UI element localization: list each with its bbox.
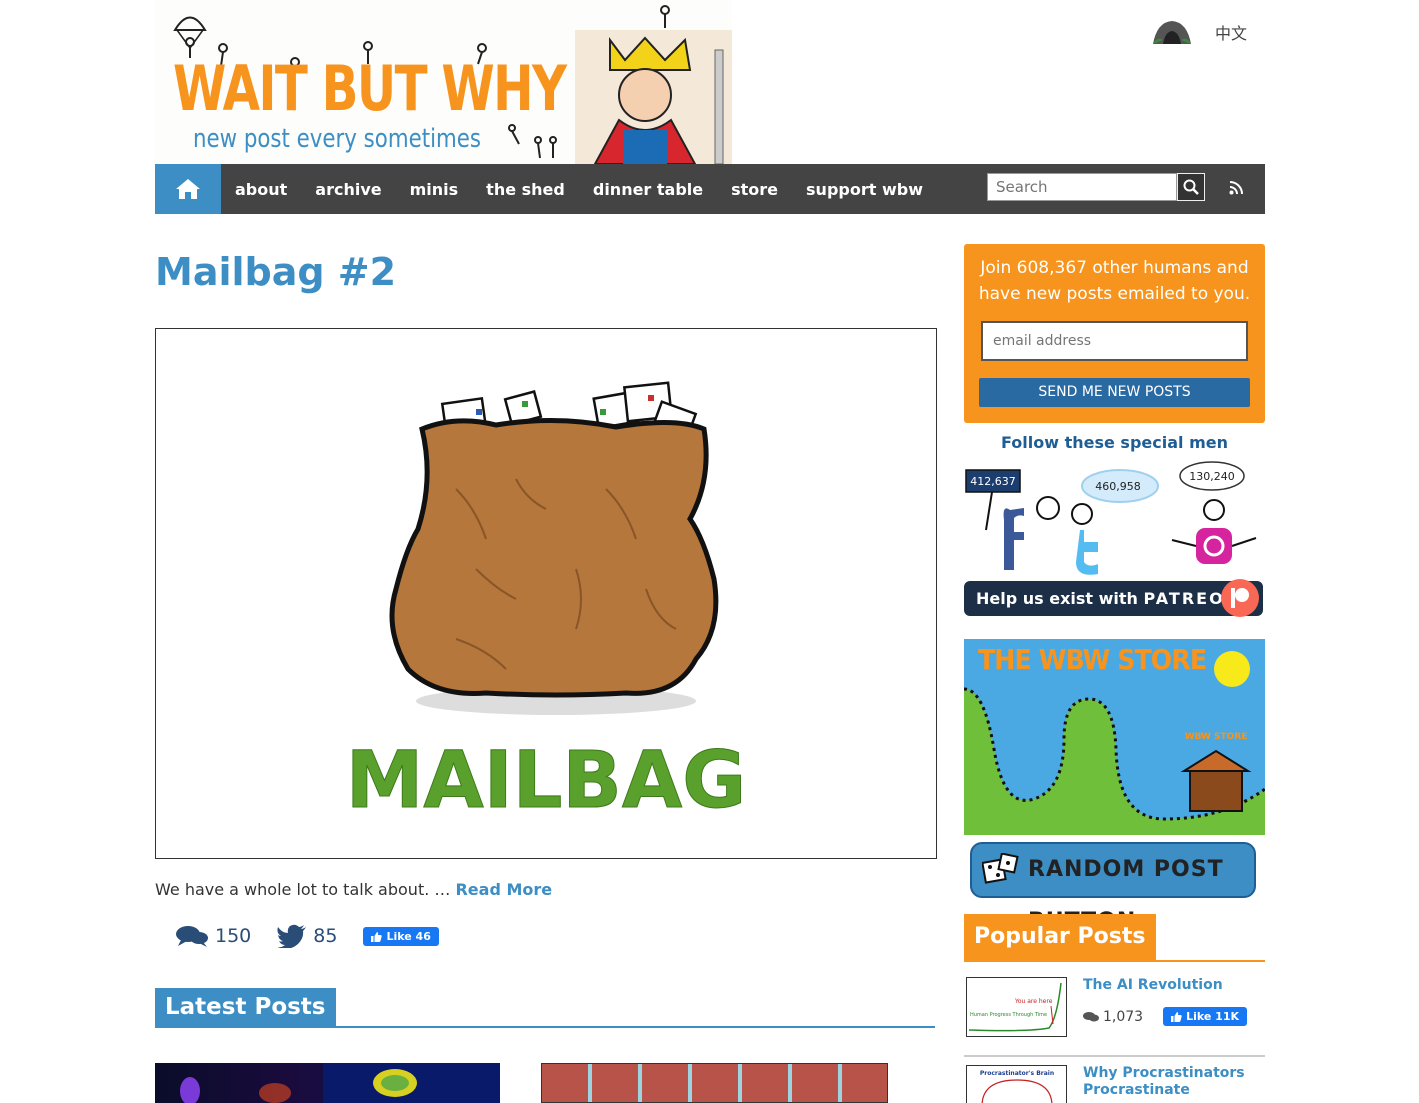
rss-icon[interactable] <box>1229 181 1243 195</box>
latest-post-thumbnail[interactable] <box>541 1063 888 1103</box>
social-follow-panel: 412,637 460,958 130,240 <box>964 460 1265 580</box>
nav-archive[interactable]: archive <box>315 180 381 199</box>
svg-text:Human Progress Through Time: Human Progress Through Time <box>970 1012 1047 1018</box>
nav-minis[interactable]: minis <box>410 180 459 199</box>
popular-post-thumbnail[interactable]: You are here Human Progress Through Time <box>966 977 1067 1037</box>
logo-tagline: new post every sometimes <box>193 124 481 154</box>
home-button[interactable] <box>155 164 221 214</box>
comments-number: 150 <box>215 925 252 947</box>
svg-text:You are here: You are here <box>1014 998 1053 1005</box>
wbw-store-banner[interactable]: WBW STORE THE WBW STORE <box>964 639 1265 835</box>
popular-post-item[interactable]: Procrastinator's Brain Why Procrastinato… <box>964 1063 1265 1103</box>
popular-post-title[interactable]: The AI Revolution <box>1083 977 1263 994</box>
instagram-count: 130,240 <box>1189 470 1235 483</box>
site-logo[interactable]: WAIT BUT WHY new post every sometimes <box>155 0 732 164</box>
mailbag-illustration: MAILBAG <box>345 381 747 827</box>
facebook-count: 412,637 <box>970 475 1016 488</box>
site-header: WAIT BUT WHY new post every sometimes 中文 <box>155 0 1265 164</box>
popular-posts-header: Popular Posts <box>964 914 1265 962</box>
read-more-link[interactable]: Read More <box>455 880 552 899</box>
logo-title: WAIT BUT WHY <box>173 52 567 125</box>
popular-post-item[interactable]: You are here Human Progress Through Time… <box>964 975 1265 1045</box>
bacteria-illustration <box>180 1063 500 1103</box>
brain-thumbnail: Procrastinator's Brain <box>980 1070 1054 1103</box>
follow-heading: Follow these special men <box>1001 433 1228 452</box>
latest-post-thumbnail[interactable] <box>155 1063 500 1103</box>
popular-posts-heading: Popular Posts <box>964 914 1156 960</box>
random-post-button[interactable]: RANDOM POST BUTTON <box>970 842 1256 934</box>
patreon-text: Help us exist with <box>976 589 1138 608</box>
nav-support-wbw[interactable]: support wbw <box>806 180 923 199</box>
chinese-language-link[interactable]: 中文 <box>1215 20 1247 44</box>
store-title: THE WBW STORE <box>978 643 1207 676</box>
thumbs-up-icon <box>371 931 383 942</box>
comments-icon <box>176 926 208 947</box>
store-sign: WBW STORE <box>1185 732 1248 742</box>
tweets-number: 85 <box>313 925 338 947</box>
search-button[interactable] <box>1177 173 1205 201</box>
thumbs-up-icon <box>1171 1012 1182 1022</box>
post-image[interactable]: MAILBAG <box>155 328 937 859</box>
nav-dinner-table[interactable]: dinner table <box>593 180 703 199</box>
home-icon <box>176 179 200 199</box>
facebook-like-label: Like 11K <box>1186 1010 1240 1023</box>
main-nav: about archive minis the shed dinner tabl… <box>155 164 1265 214</box>
facebook-like-label: Like 46 <box>386 929 431 943</box>
social-illustration: 412,637 460,958 130,240 <box>965 461 1257 575</box>
email-field[interactable] <box>981 321 1248 361</box>
tweets-count[interactable]: 85 <box>277 924 337 948</box>
post-title[interactable]: Mailbag #2 <box>155 250 396 294</box>
patreon-banner[interactable]: Help us exist with PATREON <box>964 579 1263 617</box>
latest-posts-header: Latest Posts <box>155 988 935 1028</box>
patreon-icon <box>1221 579 1259 617</box>
email-signup-box: Join 608,367 other humans and have new p… <box>964 244 1265 423</box>
latest-posts-heading: Latest Posts <box>155 988 336 1028</box>
dice-icon <box>982 853 1019 884</box>
twitter-icon <box>277 924 307 948</box>
twitter-count: 460,958 <box>1095 480 1141 493</box>
ai-chart-thumbnail: You are here Human Progress Through Time <box>968 982 1062 1032</box>
search-icon <box>1183 179 1199 195</box>
search-form <box>987 173 1205 201</box>
excerpt-text: We have a whole lot to talk about. … <box>155 880 451 899</box>
mailbag-caption: MAILBAG <box>346 736 747 826</box>
popular-comments-number: 1,073 <box>1103 1008 1144 1025</box>
signup-text: Join 608,367 other humans and have new p… <box>978 258 1251 304</box>
send-new-posts-button[interactable]: SEND ME NEW POSTS <box>979 378 1250 407</box>
post-excerpt: We have a whole lot to talk about. … Rea… <box>155 880 552 899</box>
svg-text:Procrastinator's Brain: Procrastinator's Brain <box>980 1070 1054 1077</box>
comments-count[interactable]: 150 <box>175 924 251 948</box>
comments-icon <box>1083 1011 1099 1021</box>
cave-icon[interactable] <box>1151 18 1193 46</box>
language-links: 中文 <box>1151 18 1247 46</box>
search-input[interactable] <box>987 173 1177 201</box>
facebook-like-button[interactable]: Like 11K <box>1163 1007 1248 1026</box>
popular-post-meta: 1,073 Like 11K <box>1083 1007 1248 1026</box>
facebook-like-button[interactable]: Like 46 <box>363 926 439 946</box>
popular-post-title[interactable]: Why Procrastinators Procrastinate <box>1083 1065 1263 1099</box>
popular-post-thumbnail[interactable]: Procrastinator's Brain <box>966 1065 1067 1103</box>
divider <box>964 1055 1265 1057</box>
popular-comments[interactable]: 1,073 <box>1083 1009 1143 1025</box>
nav-about[interactable]: about <box>235 180 287 199</box>
nav-the-shed[interactable]: the shed <box>486 180 565 199</box>
nav-store[interactable]: store <box>731 180 778 199</box>
post-meta: 150 85 Like 46 <box>175 924 439 948</box>
